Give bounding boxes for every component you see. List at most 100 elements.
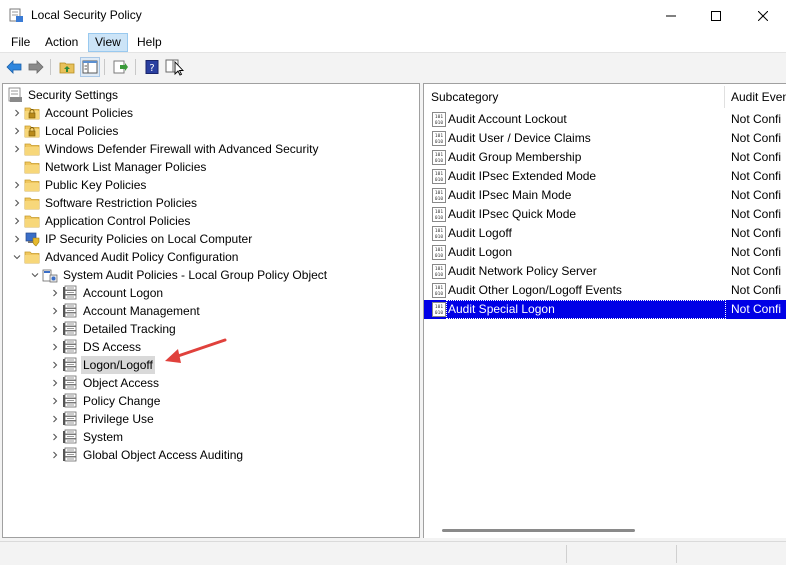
svg-text:101: 101 bbox=[435, 133, 443, 139]
minimize-button[interactable] bbox=[648, 0, 694, 31]
menu-action[interactable]: Action bbox=[39, 33, 84, 52]
svg-text:010: 010 bbox=[435, 272, 443, 278]
subcategory-name: Audit IPsec Extended Mode bbox=[448, 169, 597, 183]
subcategory-name: Audit Other Logon/Logoff Events bbox=[448, 283, 622, 297]
chevron-right-icon[interactable] bbox=[49, 356, 61, 374]
column-header-subcategory[interactable]: Subcategory bbox=[424, 84, 724, 110]
chevron-down-icon[interactable] bbox=[29, 266, 41, 284]
svg-text:010: 010 bbox=[435, 139, 443, 145]
audit-events-value: Not Confi bbox=[731, 283, 782, 297]
subcategory-name: Audit IPsec Quick Mode bbox=[448, 207, 577, 221]
export-list-button[interactable] bbox=[111, 57, 131, 77]
list-item[interactable]: 101 010 Audit Special Logon Not Confi bbox=[424, 300, 786, 319]
svg-text:101: 101 bbox=[435, 266, 443, 272]
tree-item-label: Network List Manager Policies bbox=[45, 160, 207, 174]
tree-item-label: Logon/Logoff bbox=[81, 356, 155, 374]
chevron-down-icon[interactable] bbox=[11, 248, 23, 266]
audit-setting-icon: 101 010 bbox=[432, 264, 446, 279]
folder-icon bbox=[24, 249, 40, 265]
chevron-right-icon[interactable] bbox=[11, 212, 23, 230]
list-item[interactable]: 101 010 Audit IPsec Main Mode Not Confi bbox=[424, 186, 786, 205]
subcategory-name: Audit Account Lockout bbox=[448, 112, 567, 126]
close-button[interactable] bbox=[740, 0, 786, 31]
policy-icon bbox=[62, 285, 78, 301]
audit-setting-icon: 101 010 bbox=[432, 188, 446, 203]
audit-events-value: Not Confi bbox=[731, 112, 782, 126]
policy-icon bbox=[62, 375, 78, 391]
audit-events-value: Not Confi bbox=[731, 131, 782, 145]
computer-settings-icon bbox=[7, 87, 23, 103]
list-item[interactable]: 101 010 Audit Network Policy Server Not Con… bbox=[424, 262, 786, 281]
forward-button[interactable] bbox=[26, 57, 46, 77]
chevron-right-icon[interactable] bbox=[11, 122, 23, 140]
chevron-right-icon[interactable] bbox=[11, 176, 23, 194]
list-item[interactable]: 101 010 Audit Group Membership Not Confi bbox=[424, 148, 786, 167]
audit-setting-icon: 101 010 bbox=[432, 283, 446, 298]
chevron-right-icon[interactable] bbox=[49, 410, 61, 428]
svg-text:?: ? bbox=[149, 63, 154, 74]
subcategory-name: Audit User / Device Claims bbox=[448, 131, 591, 145]
up-one-level-button[interactable] bbox=[57, 57, 77, 77]
chevron-right-icon[interactable] bbox=[11, 104, 23, 122]
folder-icon bbox=[24, 159, 40, 175]
subcategory-name: Audit IPsec Main Mode bbox=[448, 188, 572, 202]
toolbar-separator bbox=[135, 59, 136, 75]
chevron-right-icon[interactable] bbox=[11, 194, 23, 212]
list-item[interactable]: 101 010 Audit Other Logon/Logoff Events Not… bbox=[424, 281, 786, 300]
horizontal-scrollbar-thumb[interactable] bbox=[442, 529, 635, 532]
tree-item-label: Detailed Tracking bbox=[83, 322, 176, 336]
export-list-icon bbox=[113, 60, 128, 74]
chevron-right-icon[interactable] bbox=[49, 320, 61, 338]
tree-item-label: Policy Change bbox=[83, 394, 161, 408]
tree-item-label: DS Access bbox=[83, 340, 142, 354]
tree-item-label: Global Object Access Auditing bbox=[83, 448, 244, 462]
menu-view[interactable]: View bbox=[88, 33, 128, 52]
help-button[interactable]: ? bbox=[142, 57, 162, 77]
chevron-right-icon[interactable] bbox=[49, 284, 61, 302]
console-tree: Security Settings Account Policies Local P… bbox=[2, 83, 420, 538]
list-item[interactable]: 101 010 Audit IPsec Quick Mode Not Confi bbox=[424, 205, 786, 224]
list-item[interactable]: 101 010 Audit User / Device Claims Not Conf… bbox=[424, 129, 786, 148]
policy-object-icon bbox=[42, 267, 58, 283]
tree-item-label: Application Control Policies bbox=[45, 214, 191, 228]
menu-file[interactable]: File bbox=[5, 33, 36, 52]
svg-text:101: 101 bbox=[435, 152, 443, 158]
show-hide-console-tree-button[interactable] bbox=[80, 57, 100, 77]
policy-icon bbox=[62, 357, 78, 373]
list-item[interactable]: 101 010 Audit Account Lockout Not Confi bbox=[424, 110, 786, 129]
folder-lock-icon bbox=[24, 105, 40, 121]
tree-item-label: IP Security Policies on Local Computer bbox=[45, 232, 253, 246]
list-item[interactable]: 101 010 Audit IPsec Extended Mode Not Confi bbox=[424, 167, 786, 186]
tree-item-label: Public Key Policies bbox=[45, 178, 147, 192]
svg-text:101: 101 bbox=[435, 228, 443, 234]
audit-setting-icon: 101 010 bbox=[432, 150, 446, 165]
chevron-right-icon[interactable] bbox=[11, 230, 23, 248]
menu-help[interactable]: Help bbox=[131, 33, 168, 52]
svg-text:010: 010 bbox=[435, 158, 443, 164]
menu-bar: File Action View Help bbox=[0, 31, 786, 53]
chevron-right-icon[interactable] bbox=[49, 374, 61, 392]
show-action-pane-button[interactable] bbox=[165, 57, 185, 77]
folder-icon bbox=[24, 213, 40, 229]
chevron-right-icon[interactable] bbox=[49, 338, 61, 356]
maximize-button[interactable] bbox=[693, 0, 739, 31]
column-header-audit-events[interactable]: Audit Even bbox=[724, 84, 786, 110]
list-item[interactable]: 101 010 Audit Logon Not Confi bbox=[424, 243, 786, 262]
status-divider bbox=[676, 545, 677, 563]
tree-item-label: Account Management bbox=[83, 304, 200, 318]
svg-text:101: 101 bbox=[435, 247, 443, 253]
chevron-right-icon[interactable] bbox=[11, 140, 23, 158]
chevron-right-icon[interactable] bbox=[49, 428, 61, 446]
tree-item-label: Security Settings bbox=[28, 88, 119, 102]
svg-text:010: 010 bbox=[435, 177, 443, 183]
list-item[interactable]: 101 010 Audit Logoff Not Confi bbox=[424, 224, 786, 243]
tree-item-label: Object Access bbox=[83, 376, 160, 390]
chevron-right-icon[interactable] bbox=[49, 446, 61, 464]
audit-setting-icon: 101 010 bbox=[432, 245, 446, 260]
back-button[interactable] bbox=[4, 57, 24, 77]
tree-item-label: Privilege Use bbox=[83, 412, 154, 426]
chevron-right-icon[interactable] bbox=[49, 302, 61, 320]
subcategory-name: Audit Special Logon bbox=[446, 300, 726, 319]
chevron-right-icon[interactable] bbox=[49, 392, 61, 410]
audit-events-value: Not Confi bbox=[731, 150, 782, 164]
